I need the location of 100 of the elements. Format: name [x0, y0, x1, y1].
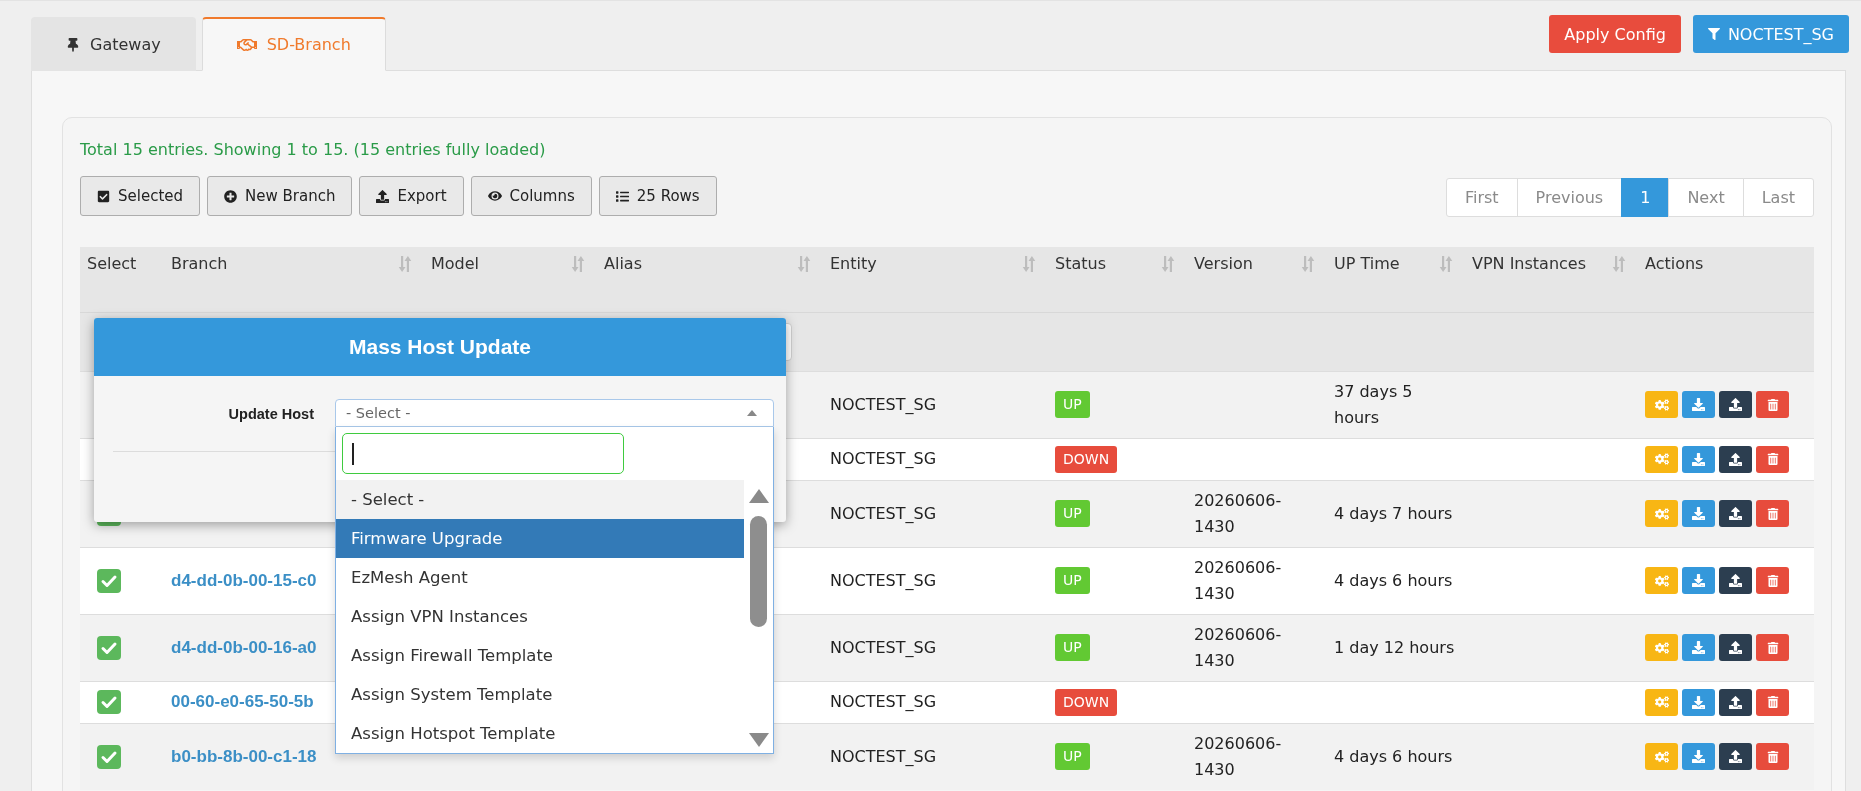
toolbar-button[interactable]: 25 Rows: [598, 176, 717, 216]
upload-button[interactable]: [1719, 688, 1752, 716]
dropdown-option[interactable]: - Select -: [336, 480, 744, 519]
column-header[interactable]: Entity: [830, 251, 877, 277]
configure-button[interactable]: [1645, 634, 1678, 661]
scrollbar-thumb[interactable]: [750, 516, 767, 627]
upload-button[interactable]: [1719, 445, 1752, 473]
pin-icon: [66, 37, 80, 52]
download-icon: [1692, 398, 1705, 411]
download-icon: [1692, 641, 1705, 654]
configure-button[interactable]: [1645, 688, 1678, 716]
version-text: 20260606-1430: [1194, 623, 1283, 672]
toolbar-button[interactable]: Selected: [80, 176, 201, 216]
entity-text: NOCTEST_SG: [830, 502, 937, 525]
entity-text: NOCTEST_SG: [830, 745, 937, 768]
trash-icon: [1766, 641, 1779, 654]
trash-icon: [1766, 398, 1779, 411]
delete-button[interactable]: [1756, 500, 1789, 527]
column-header[interactable]: Model: [431, 251, 480, 277]
delete-button[interactable]: [1756, 391, 1789, 418]
gears-icon: [1654, 397, 1669, 412]
configure-button[interactable]: [1645, 743, 1678, 770]
toolbar-button[interactable]: New Branch: [207, 176, 353, 216]
trash-icon: [1766, 696, 1779, 708]
download-icon: [1692, 750, 1705, 763]
configure-button[interactable]: [1645, 445, 1678, 473]
status-badge: UP: [1055, 634, 1090, 661]
dropdown-option[interactable]: Assign Hotspot Template: [336, 714, 744, 753]
entity-text: NOCTEST_SG: [830, 569, 937, 592]
download-icon: [1692, 574, 1705, 587]
toolbar-button[interactable]: Export: [359, 176, 464, 216]
configure-button[interactable]: [1645, 500, 1678, 527]
plus-icon: [224, 189, 238, 203]
branch-link[interactable]: 00-60-e0-65-50-5b: [171, 692, 314, 711]
upload-button[interactable]: [1719, 391, 1752, 418]
column-header[interactable]: UP Time: [1334, 251, 1400, 277]
upload-button[interactable]: [1719, 743, 1752, 770]
gears-icon: [1654, 506, 1669, 521]
list-icon: [615, 189, 629, 203]
checkbox[interactable]: [97, 744, 121, 769]
tab[interactable]: Gateway: [31, 17, 196, 71]
column-header[interactable]: VPN Instances: [1472, 251, 1587, 277]
download-icon: [1692, 452, 1705, 466]
select-field[interactable]: - Select -: [335, 399, 774, 427]
gears-icon: [1654, 640, 1669, 655]
entity-text: NOCTEST_SG: [830, 636, 937, 659]
delete-button[interactable]: [1756, 688, 1789, 716]
column-header[interactable]: Branch: [171, 251, 228, 277]
version-text: 20260606-1430: [1194, 732, 1283, 781]
upload-icon: [1729, 574, 1742, 587]
upload-button[interactable]: [1719, 500, 1752, 527]
status-badge: UP: [1055, 500, 1090, 527]
status-badge: DOWN: [1055, 445, 1118, 473]
branch-link[interactable]: d4-dd-0b-00-15-c0: [171, 570, 317, 590]
version-text: 20260606-1430: [1194, 556, 1283, 605]
upload-button[interactable]: [1719, 634, 1752, 661]
upload-icon: [376, 189, 390, 203]
delete-button[interactable]: [1756, 634, 1789, 661]
dialog-title: Mass Host Update: [348, 335, 531, 359]
filter-icon: [1707, 28, 1720, 40]
checkbox-icon: [97, 189, 110, 203]
uptime-text: 37 days 5 hours: [1334, 380, 1414, 429]
dropdown-option[interactable]: Firmware Upgrade: [336, 519, 744, 558]
entity-text: NOCTEST_SG: [830, 691, 937, 713]
checkbox[interactable]: [97, 635, 121, 660]
checkbox[interactable]: [97, 568, 121, 593]
gears-icon: [1654, 695, 1669, 709]
trash-icon: [1766, 507, 1779, 520]
upload-icon: [1729, 452, 1742, 466]
upload-button[interactable]: [1719, 567, 1752, 594]
summary-text: Total 15 entries. Showing 1 to 15. (15 entries fully loaded): [80, 140, 547, 160]
status-badge: UP: [1055, 567, 1090, 594]
entity-text: NOCTEST_SG: [830, 393, 937, 416]
delete-button[interactable]: [1756, 445, 1789, 473]
apply-button[interactable]: Apply Config: [1549, 15, 1681, 53]
page-button[interactable]: Previous: [1516, 178, 1623, 217]
upload-icon: [1729, 695, 1742, 709]
page-button[interactable]: Next: [1668, 178, 1744, 217]
search-field[interactable]: [342, 433, 624, 474]
column-header: Select: [87, 253, 137, 275]
column-header[interactable]: Alias: [604, 251, 642, 277]
scroll-up-icon[interactable]: [748, 489, 769, 503]
toolbar-button[interactable]: Columns: [470, 176, 592, 216]
delete-button[interactable]: [1756, 567, 1789, 594]
page-button[interactable]: Last: [1742, 178, 1814, 217]
configure-button[interactable]: [1645, 391, 1678, 418]
configure-button[interactable]: [1645, 567, 1678, 594]
scroll-down-icon[interactable]: [748, 733, 769, 747]
column-header[interactable]: Version: [1194, 251, 1253, 277]
gears-icon: [1654, 452, 1669, 466]
gears-icon: [1654, 749, 1669, 764]
column-header[interactable]: Status: [1055, 251, 1106, 277]
trash-icon: [1766, 453, 1779, 465]
checkbox[interactable]: [97, 690, 121, 714]
eye-icon: [487, 189, 502, 203]
upload-icon: [1729, 750, 1742, 763]
gears-icon: [1654, 573, 1669, 588]
upload-icon: [1729, 398, 1742, 411]
delete-button[interactable]: [1756, 743, 1789, 770]
status-badge: UP: [1055, 391, 1090, 418]
